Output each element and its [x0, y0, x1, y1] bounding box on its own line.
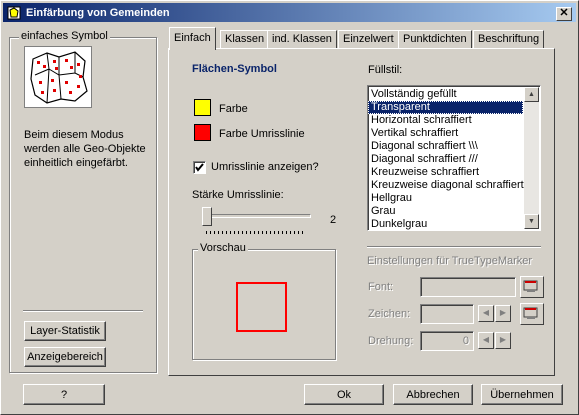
- preview-symbol: [236, 282, 287, 332]
- char-label: Zeichen:: [368, 308, 411, 320]
- char-field[interactable]: [420, 304, 474, 324]
- outline-color-label: Farbe Umrisslinie: [219, 128, 305, 140]
- show-outline-checkbox[interactable]: [193, 161, 206, 174]
- layer-statistics-button[interactable]: Layer-Statistik: [24, 321, 106, 341]
- char-picker-icon: [523, 307, 538, 319]
- font-label: Font:: [368, 281, 394, 293]
- close-button[interactable]: ✕: [556, 7, 572, 21]
- truetype-label: Einstellungen für TrueTypeMarker: [367, 255, 533, 267]
- rotation-next-button[interactable]: ▶: [495, 332, 511, 349]
- simple-symbol-group-label: einfaches Symbol: [19, 30, 110, 42]
- scroll-down-button[interactable]: ▼: [524, 214, 539, 229]
- fill-color-swatch[interactable]: [194, 99, 211, 116]
- font-field[interactable]: [420, 277, 516, 297]
- left-divider: [23, 310, 143, 312]
- char-picker-button[interactable]: [520, 303, 544, 325]
- thickness-label: Stärke Umrisslinie:: [192, 189, 284, 201]
- fill-style-item[interactable]: Vertikal schraffiert: [368, 127, 523, 140]
- scroll-up-button[interactable]: ▲: [524, 87, 539, 102]
- section-title: Flächen-Symbol: [192, 63, 277, 75]
- dialog-window: Einfärbung von Gemeinden ✕ einfaches Sym…: [0, 0, 579, 415]
- show-outline-label: Umrisslinie anzeigen?: [211, 161, 319, 173]
- help-button[interactable]: ?: [23, 384, 105, 405]
- thickness-slider-thumb[interactable]: [202, 207, 212, 226]
- map-thumbnail-icon: [30, 51, 88, 104]
- checkmark-icon: [195, 163, 204, 172]
- thickness-ticks: [206, 231, 306, 234]
- app-icon: [7, 6, 21, 20]
- tab-einfach[interactable]: Einfach: [169, 27, 216, 50]
- preview-label: Vorschau: [198, 242, 248, 254]
- tab-punktdichten[interactable]: Punktdichten: [398, 30, 472, 49]
- rotation-field[interactable]: 0: [420, 331, 474, 351]
- fill-style-item[interactable]: Grau: [368, 205, 523, 218]
- fill-style-scrollbar[interactable]: ▲ ▼: [524, 87, 539, 229]
- apply-button[interactable]: Übernehmen: [481, 384, 563, 405]
- fill-style-label: Füllstil:: [368, 64, 403, 76]
- fill-style-list[interactable]: Vollständig gefüllt Transparent Horizontal…: [367, 85, 541, 231]
- thickness-slider-track[interactable]: [202, 214, 311, 218]
- fill-style-item[interactable]: Vollständig gefüllt: [368, 88, 523, 101]
- fill-style-item[interactable]: Transparent: [368, 101, 523, 114]
- cancel-button[interactable]: Abbrechen: [393, 384, 473, 405]
- fill-style-item[interactable]: Kreuzweise schraffiert: [368, 166, 523, 179]
- fill-style-item[interactable]: Kreuzweise diagonal schraffiert: [368, 179, 524, 192]
- tab-beschriftung[interactable]: Beschriftung: [473, 30, 545, 49]
- char-prev-button[interactable]: ◀: [478, 305, 494, 322]
- font-picker-icon: [523, 280, 538, 292]
- tab-einzelwert[interactable]: Einzelwert: [338, 30, 399, 49]
- display-area-button[interactable]: Anzeigebereich: [24, 347, 106, 367]
- title-bar: Einfärbung von Gemeinden ✕: [3, 3, 576, 22]
- rotation-label: Drehung:: [368, 335, 414, 347]
- tab-klassen[interactable]: Klassen: [220, 30, 270, 49]
- fill-style-item[interactable]: Horizontal schraffiert: [368, 114, 523, 127]
- symbol-thumbnail: [24, 46, 92, 108]
- font-picker-button[interactable]: [520, 276, 544, 298]
- ok-button[interactable]: Ok: [304, 384, 384, 405]
- thickness-value: 2: [330, 214, 337, 226]
- rotation-prev-button[interactable]: ◀: [478, 332, 494, 349]
- fill-color-label: Farbe: [219, 103, 248, 115]
- fill-style-item[interactable]: Diagonal schraffiert ///: [368, 153, 523, 166]
- fill-style-item[interactable]: Dunkelgrau: [368, 218, 523, 231]
- outline-color-swatch[interactable]: [194, 124, 211, 141]
- truetype-divider: [367, 246, 541, 248]
- char-next-button[interactable]: ▶: [495, 305, 511, 322]
- tab-ind-klassen[interactable]: ind. Klassen: [267, 30, 337, 49]
- window-title: Einfärbung von Gemeinden: [26, 6, 170, 19]
- fill-style-item[interactable]: Diagonal schraffiert \\\: [368, 140, 523, 153]
- mode-description: Beim diesem Modus werden alle Geo-Objekt…: [24, 129, 146, 169]
- fill-style-item[interactable]: Hellgrau: [368, 192, 523, 205]
- rotation-value: 0: [462, 335, 469, 347]
